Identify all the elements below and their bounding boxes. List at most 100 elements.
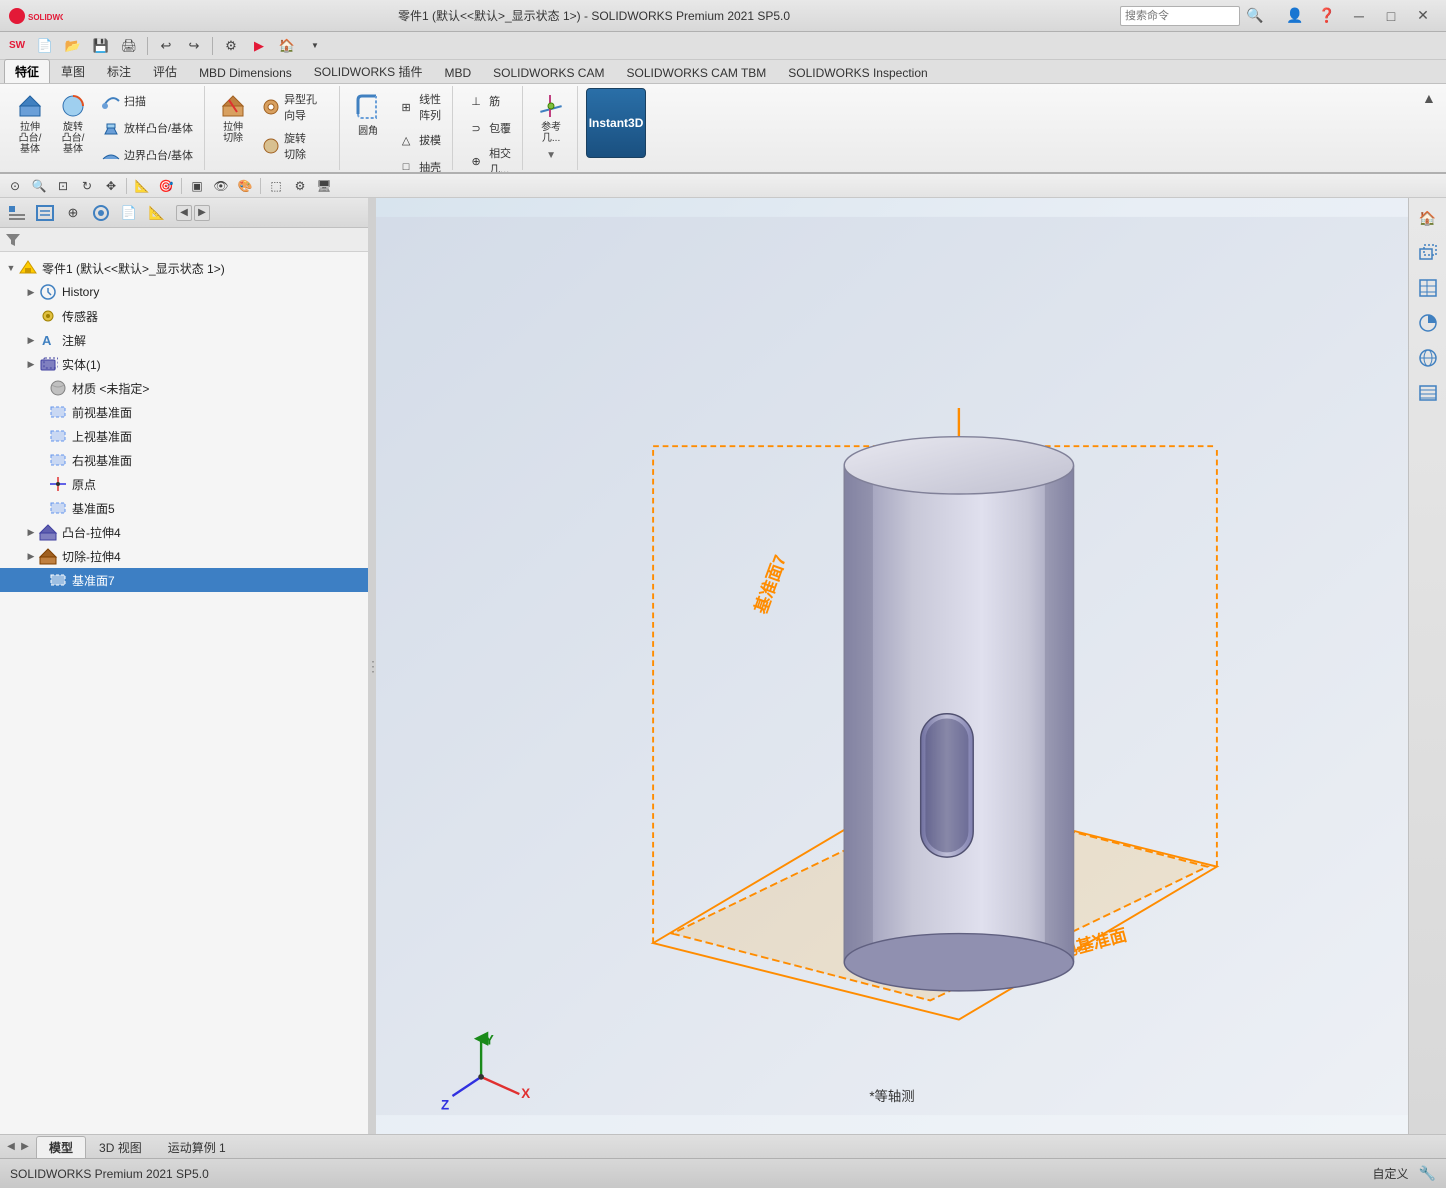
tab-markup[interactable]: 标注 <box>96 59 142 83</box>
rp-3d-btn[interactable] <box>1412 237 1444 269</box>
custom-manager-btn[interactable]: 📐 <box>144 201 170 225</box>
loft-btn[interactable]: 放样凸台/基体 <box>96 115 198 141</box>
tree-item-material[interactable]: ▶ 材质 <未指定> <box>0 376 368 400</box>
boss4-expand[interactable]: ▶ <box>24 525 38 539</box>
new-file-btn[interactable]: 📄 <box>32 35 58 57</box>
hole-wizard-btn[interactable]: 异型孔向导 <box>256 88 333 126</box>
view-orient-btn[interactable]: 🎯 <box>155 176 177 196</box>
annotations-expand[interactable]: ▶ <box>24 333 38 347</box>
tab-next-btn[interactable]: ▶ <box>18 1140 32 1154</box>
instant3d-btn[interactable]: Instant3D <box>586 88 646 158</box>
revolve-cut-btn[interactable]: 旋转切除 <box>256 127 333 165</box>
draft-btn[interactable]: △ 拔模 <box>391 127 446 153</box>
tab-sw-inspection[interactable]: SOLIDWORKS Inspection <box>777 62 938 83</box>
zoom-in-btn[interactable]: 🔍 <box>28 176 50 196</box>
ribbon-collapse-btn[interactable]: ▲ <box>1422 86 1442 170</box>
tree-item-root[interactable]: ▼ 零件1 (默认<<默认>_显示状态 1>) <box>0 256 368 280</box>
sweep-cut-btn[interactable]: ◯ 扫描切除 <box>256 166 333 174</box>
display-style-btn[interactable]: ▣ <box>186 176 208 196</box>
redo-btn[interactable]: ↪ <box>181 35 207 57</box>
sweep-btn[interactable]: 扫描 <box>96 88 198 114</box>
tree-item-top-plane[interactable]: ▶ 上视基准面 <box>0 424 368 448</box>
wrap-btn[interactable]: ⊃ 包覆 <box>461 115 516 141</box>
customize-btn[interactable]: 自定义 <box>1373 1165 1409 1182</box>
appearance-btn[interactable]: 📄 <box>116 201 142 225</box>
filter-icon[interactable] <box>4 231 22 249</box>
section-view-btn[interactable]: ⬚ <box>265 176 287 196</box>
bottom-tab-motion[interactable]: 运动算例 1 <box>155 1136 239 1158</box>
rib-btn[interactable]: ⊥ 筋 <box>461 88 516 114</box>
rp-globe-btn[interactable] <box>1412 342 1444 374</box>
root-expand[interactable]: ▼ <box>4 261 18 275</box>
history-expand[interactable]: ▶ <box>24 285 38 299</box>
bottom-tab-model[interactable]: 模型 <box>36 1136 86 1158</box>
fillet-btn[interactable]: 圆角 <box>348 88 388 141</box>
rotate-btn[interactable]: ↻ <box>76 176 98 196</box>
tab-sketch[interactable]: 草图 <box>50 59 96 83</box>
tab-sw-cam[interactable]: SOLIDWORKS CAM <box>482 62 615 83</box>
dim-expert-btn[interactable] <box>88 201 114 225</box>
intersect-btn[interactable]: ⊕ 相交几... <box>461 142 516 174</box>
maximize-button[interactable]: □ <box>1376 6 1406 26</box>
nav-left-btn[interactable]: ◀ <box>176 205 192 221</box>
tree-item-sensors[interactable]: ▶ 传感器 <box>0 304 368 328</box>
tree-item-plane5[interactable]: ▶ 基准面5 <box>0 496 368 520</box>
extrude-boss-btn[interactable]: 拉伸凸台/基体 <box>10 88 50 159</box>
revolve-boss-btn[interactable]: 旋转凸台/基体 <box>53 88 93 159</box>
tree-item-history[interactable]: ▶ History <box>0 280 368 304</box>
3d-viewport[interactable]: 上视基准面 基准面6 <box>376 198 1408 1134</box>
tab-sw-plugins[interactable]: SOLIDWORKS 插件 <box>303 59 434 83</box>
pan-btn[interactable]: ✥ <box>100 176 122 196</box>
tab-mbd[interactable]: MBD <box>433 62 482 83</box>
ref-geom-dropdown[interactable]: ▼ <box>546 150 556 161</box>
feature-manager-btn[interactable] <box>4 201 30 225</box>
scene-btn[interactable]: 🖥 <box>313 176 335 196</box>
tree-item-front-plane[interactable]: ▶ 前视基准面 <box>0 400 368 424</box>
hide-show-btn[interactable]: 👁 <box>210 176 232 196</box>
zoom-to-fit-btn[interactable]: ⊙ <box>4 176 26 196</box>
tree-item-plane7[interactable]: ▶ 基准面7 <box>0 568 368 592</box>
search-button[interactable]: 🔍 <box>1240 6 1270 26</box>
home-btn[interactable]: 🏠 <box>274 35 300 57</box>
command-search[interactable] <box>1120 6 1240 26</box>
rp-home-btn[interactable]: 🏠 <box>1412 202 1444 234</box>
tree-item-annotations[interactable]: ▶ A 注解 <box>0 328 368 352</box>
tree-item-solid-bodies[interactable]: ▶ 实体(1) <box>0 352 368 376</box>
tree-item-origin[interactable]: ▶ 原点 <box>0 472 368 496</box>
edit-appear-btn[interactable]: 🎨 <box>234 176 256 196</box>
solid-expand[interactable]: ▶ <box>24 357 38 371</box>
print-btn[interactable]: 🖨 <box>116 35 142 57</box>
save-btn[interactable]: 💾 <box>88 35 114 57</box>
nav-right-btn[interactable]: ▶ <box>194 205 210 221</box>
run-btn[interactable]: ▶ <box>246 35 272 57</box>
qa-dropdown[interactable]: ▼ <box>302 35 328 57</box>
options-btn[interactable]: ⚙ <box>218 35 244 57</box>
tree-item-boss-extrude4[interactable]: ▶ 凸台-拉伸4 <box>0 520 368 544</box>
help-button[interactable]: ❓ <box>1312 6 1342 26</box>
tree-item-right-plane[interactable]: ▶ 右视基准面 <box>0 448 368 472</box>
close-button[interactable]: ✕ <box>1408 6 1438 26</box>
cut4-expand[interactable]: ▶ <box>24 549 38 563</box>
user-button[interactable]: 👤 <box>1280 6 1310 26</box>
open-file-btn[interactable]: 📂 <box>60 35 86 57</box>
rp-table-btn[interactable] <box>1412 272 1444 304</box>
boundary-boss-btn[interactable]: 边界凸台/基体 <box>96 142 198 168</box>
linear-pattern-btn[interactable]: ⊞ 线性阵列 <box>391 88 446 126</box>
standard-views-btn[interactable]: 📐 <box>131 176 153 196</box>
view-setting-btn[interactable]: ⚙ <box>289 176 311 196</box>
zoom-area-btn[interactable]: ⊡ <box>52 176 74 196</box>
tab-features[interactable]: 特征 <box>4 59 50 83</box>
extrude-cut-btn[interactable]: 拉伸切除 <box>213 88 253 148</box>
config-manager-btn[interactable]: ⊕ <box>60 201 86 225</box>
undo-btn[interactable]: ↩ <box>153 35 179 57</box>
minimize-button[interactable]: ─ <box>1344 6 1374 26</box>
tab-sw-cam-tbm[interactable]: SOLIDWORKS CAM TBM <box>615 62 777 83</box>
tree-item-cut-extrude4[interactable]: ▶ 切除-拉伸4 <box>0 544 368 568</box>
sw-logo-btn[interactable]: SW <box>4 35 30 57</box>
tab-mbd-dim[interactable]: MBD Dimensions <box>188 62 303 83</box>
ref-geom-btn[interactable]: 参考几... <box>531 88 571 148</box>
bottom-tab-3dview[interactable]: 3D 视图 <box>86 1136 155 1158</box>
tab-evaluate[interactable]: 评估 <box>142 59 188 83</box>
tab-prev-btn[interactable]: ◀ <box>4 1140 18 1154</box>
rp-list-btn[interactable] <box>1412 377 1444 409</box>
